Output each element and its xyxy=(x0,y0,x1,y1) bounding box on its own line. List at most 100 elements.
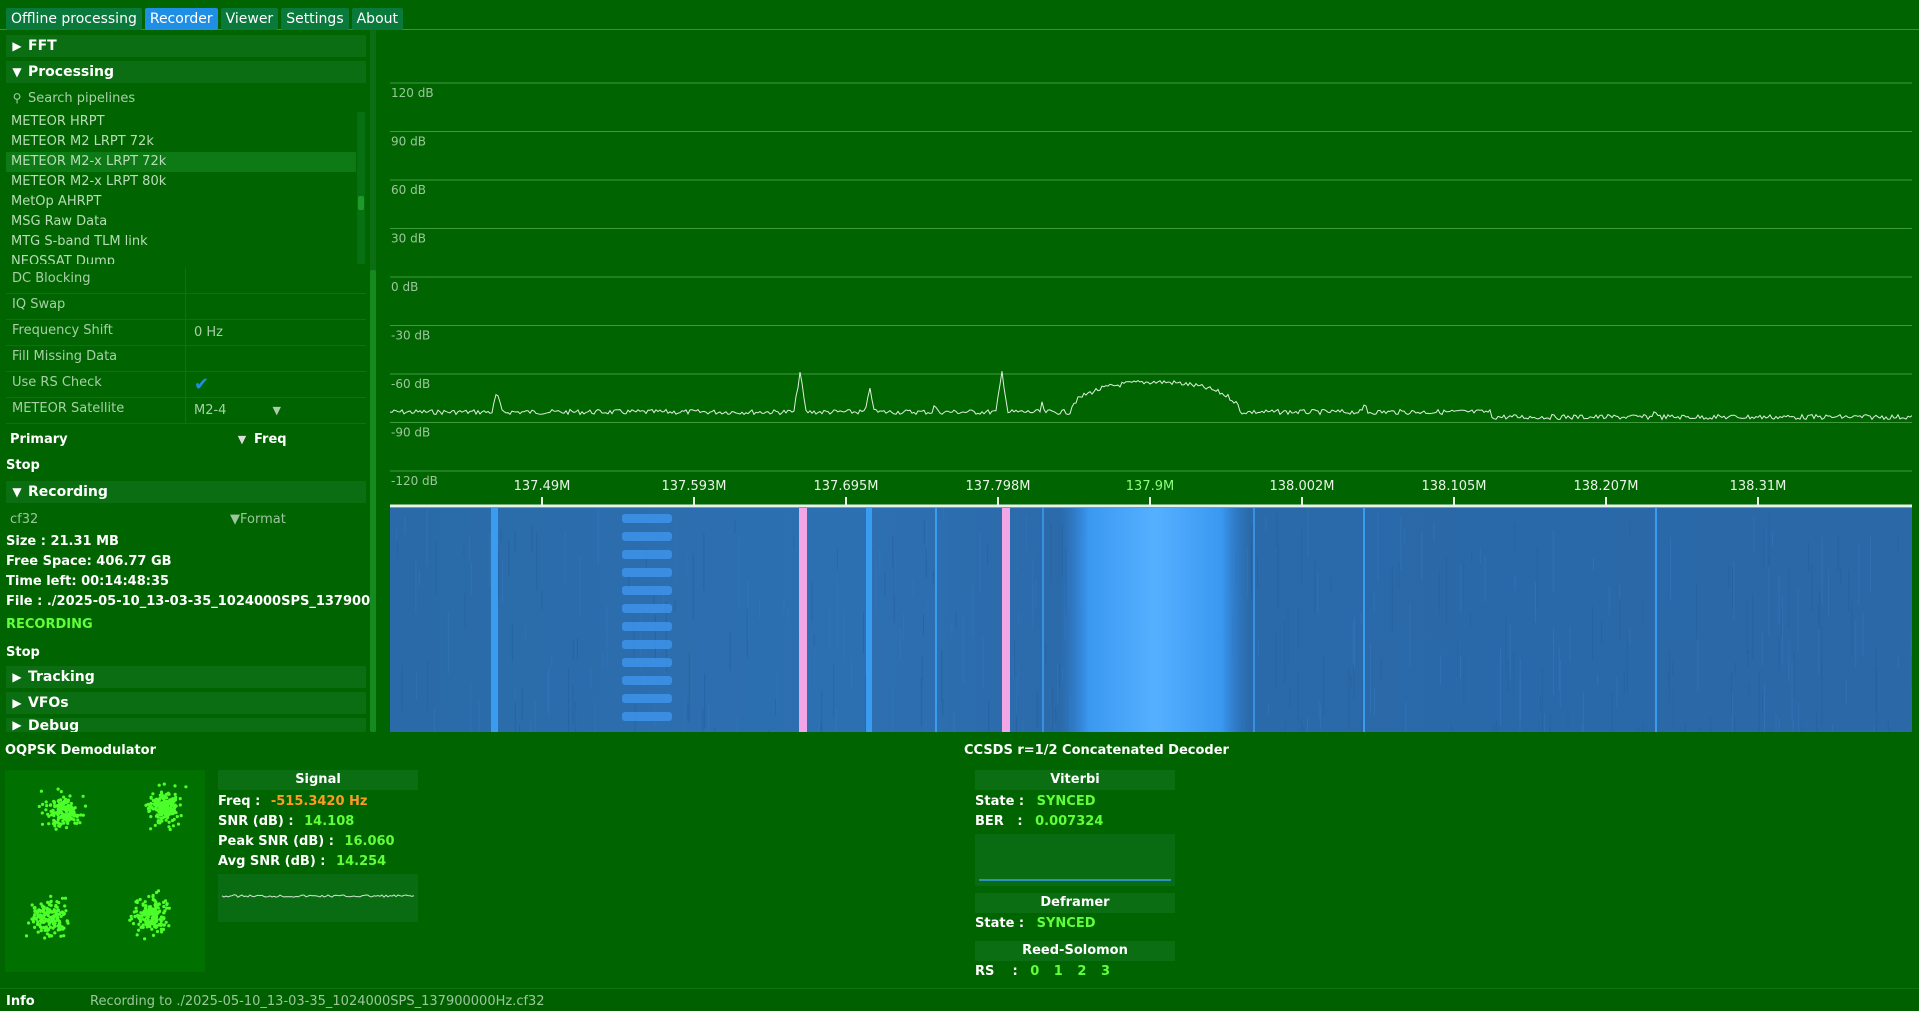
primary-button[interactable]: Primary xyxy=(6,432,230,447)
constellation-point xyxy=(64,909,68,913)
constellation-point xyxy=(48,916,52,920)
noise-streak xyxy=(1592,606,1594,661)
constellation-point xyxy=(149,827,153,831)
list-item[interactable]: MetOp AHRPT xyxy=(6,192,356,212)
pipeline-list-scrollbar-thumb[interactable] xyxy=(358,196,364,210)
noise-streak xyxy=(1300,717,1302,732)
noise-streak xyxy=(1758,672,1760,732)
list-item[interactable]: METEOR M2-x LRPT 80k xyxy=(6,172,356,192)
noise-streak xyxy=(404,517,406,535)
param-label: DC Blocking xyxy=(6,268,186,293)
noise-streak xyxy=(768,730,769,732)
waterfall-display[interactable] xyxy=(390,508,1912,732)
burst xyxy=(622,712,672,721)
noise-streak xyxy=(1629,522,1631,535)
section-debug[interactable]: ▶ Debug xyxy=(6,718,366,732)
constellation-point xyxy=(42,916,46,920)
noise-streak xyxy=(1499,657,1501,726)
section-processing-label: Processing xyxy=(28,64,115,80)
constellation-point xyxy=(131,922,136,926)
viterbi-ber: BER : 0.007324 xyxy=(975,814,1103,829)
constellation-point xyxy=(154,907,158,911)
fill-missing-data-checkbox[interactable] xyxy=(186,346,366,371)
burst xyxy=(622,676,672,685)
noise-streak xyxy=(1775,713,1777,732)
noise-streak xyxy=(1514,522,1516,550)
constellation-point xyxy=(138,897,142,902)
noise-streak xyxy=(594,703,596,732)
tab-about[interactable]: About xyxy=(351,8,404,30)
constellation-point xyxy=(35,911,39,915)
noise-streak xyxy=(1403,528,1405,543)
snr-label: SNR (dB) : xyxy=(218,814,294,829)
dc-blocking-checkbox[interactable] xyxy=(186,268,366,293)
noise-streak xyxy=(1559,660,1561,708)
noise-streak xyxy=(1747,649,1749,668)
left-panel-scrollbar-thumb[interactable] xyxy=(370,270,376,732)
noise-streak xyxy=(714,727,716,732)
chevron-down-icon[interactable]: ▼ xyxy=(230,433,254,446)
use-rs-check-checkbox[interactable]: ✔ xyxy=(186,372,366,397)
section-vfos[interactable]: ▶ VFOs xyxy=(6,692,366,714)
constellation-point xyxy=(51,822,56,826)
constellation-point xyxy=(66,821,70,825)
noise-streak xyxy=(1821,536,1823,605)
frequency-shift-input[interactable]: 0 Hz xyxy=(186,320,366,345)
noise-streak xyxy=(1267,703,1269,715)
noise-streak xyxy=(551,654,553,668)
noise-streak xyxy=(1440,655,1441,685)
noise-streak xyxy=(1897,538,1899,553)
tab-settings[interactable]: Settings xyxy=(281,8,349,30)
noise-streak xyxy=(746,608,748,658)
param-row: Fill Missing Data xyxy=(6,346,366,372)
expand-right-icon: ▶ xyxy=(12,696,22,710)
search-input[interactable]: Search pipelines xyxy=(28,91,135,106)
section-fft[interactable]: ▶ FFT xyxy=(6,35,366,57)
tab-recorder[interactable]: Recorder xyxy=(144,8,218,30)
stop-recording-button[interactable]: Stop xyxy=(6,645,40,660)
stop-processing-button[interactable]: Stop xyxy=(6,458,40,473)
noise-streak xyxy=(1762,528,1764,569)
constellation-point xyxy=(136,913,140,917)
fft-spectrum-plot[interactable]: 120 dB 90 dB 60 dB 30 dB 0 dB -30 dB -60 dB -90… xyxy=(390,30,1912,508)
section-tracking[interactable]: ▶ Tracking xyxy=(6,666,366,688)
constellation-point xyxy=(63,799,67,803)
freq-button[interactable]: Freq xyxy=(254,432,287,447)
section-processing[interactable]: ▼ Processing xyxy=(6,61,366,83)
meteor-satellite-select[interactable]: M2-4 ▼ xyxy=(186,398,366,423)
status-message: Recording to ./2025-05-10_13-03-35_10240… xyxy=(90,994,545,1009)
noise-streak xyxy=(447,612,449,675)
primary-freq-row: Primary ▼ Freq xyxy=(6,428,366,450)
iq-swap-checkbox[interactable] xyxy=(186,294,366,319)
constellation-point xyxy=(165,814,169,818)
format-select[interactable]: cf32 xyxy=(6,512,230,527)
chevron-down-icon[interactable]: ▼ xyxy=(230,512,240,527)
noise-streak xyxy=(674,599,676,611)
noise-streak xyxy=(1463,658,1465,706)
section-recording[interactable]: ▼ Recording xyxy=(6,481,366,503)
noise-streak xyxy=(464,591,466,629)
noise-streak xyxy=(548,665,550,717)
list-item[interactable]: MSG Raw Data xyxy=(6,212,356,232)
tab-offline-processing[interactable]: Offline processing xyxy=(6,8,142,30)
list-item[interactable]: METEOR HRPT xyxy=(6,112,356,132)
constellation-point xyxy=(170,803,174,807)
menu-bar: Offline processing Recorder Viewer Setti… xyxy=(0,0,1919,30)
noise-streak xyxy=(821,690,823,732)
expand-right-icon: ▶ xyxy=(12,670,22,684)
list-item[interactable]: NEOSSAT Dump xyxy=(6,252,356,264)
pipeline-list-scrollbar[interactable] xyxy=(357,112,365,264)
tab-viewer[interactable]: Viewer xyxy=(220,8,279,30)
noise-streak xyxy=(1307,717,1308,732)
list-item[interactable]: MTG S-band TLM link xyxy=(6,232,356,252)
list-item-selected[interactable]: METEOR M2-x LRPT 72k xyxy=(6,152,356,172)
list-item[interactable]: METEOR M2 LRPT 72k xyxy=(6,132,356,152)
burst xyxy=(622,640,672,649)
noise-streak xyxy=(514,699,516,732)
constellation-point xyxy=(63,904,67,908)
constellation-point xyxy=(135,899,139,903)
constellation-point xyxy=(155,929,160,934)
constellation-point xyxy=(178,797,182,801)
search-pipelines[interactable]: ⚲ Search pipelines xyxy=(6,88,366,108)
constellation-point xyxy=(165,902,169,906)
